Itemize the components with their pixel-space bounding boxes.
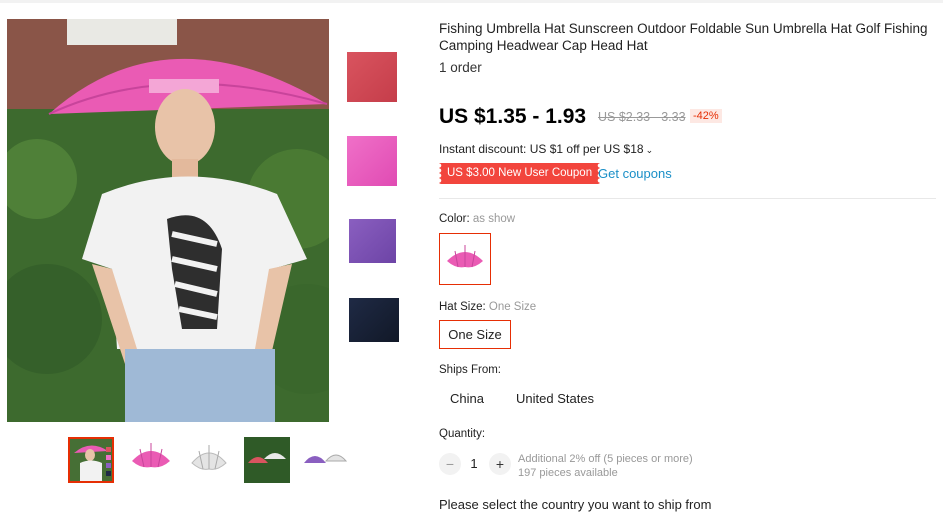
color-swatch-pink[interactable] <box>347 136 397 186</box>
price: US $1.35 - 1.93 <box>439 105 587 128</box>
quantity-increase-button[interactable]: + <box>489 453 511 475</box>
size-label-text: Hat Size: <box>439 301 486 313</box>
new-user-coupon[interactable]: US $3.00 New User Coupon <box>439 163 601 184</box>
thumbnail-5[interactable] <box>302 437 350 483</box>
product-title: Fishing Umbrella Hat Sunscreen Outdoor F… <box>439 21 928 53</box>
color-label: Color: as show <box>439 213 515 225</box>
stock-available: 197 pieces available <box>518 467 618 479</box>
instant-discount[interactable]: Instant discount: US $1 off per US $18 ⌄ <box>439 142 653 156</box>
color-value: as show <box>472 213 516 225</box>
size-label: Hat Size: One Size <box>439 301 536 313</box>
quantity-label: Quantity: <box>439 428 486 440</box>
original-price: US $2.33 - 3.33 <box>598 110 686 124</box>
order-count: 1 order <box>439 60 482 75</box>
pink-umbrella-icon <box>447 245 483 268</box>
color-swatch-red[interactable] <box>347 52 397 102</box>
color-swatch-navy[interactable] <box>349 298 399 342</box>
chevron-down-icon: ⌄ <box>645 145 654 155</box>
ship-from-china[interactable]: China <box>450 391 484 406</box>
thumbnail-3[interactable] <box>186 437 232 483</box>
quantity-decrease-button[interactable]: − <box>439 453 461 475</box>
size-option-one-size[interactable]: One Size <box>439 320 511 349</box>
shipping-country-note: Please select the country you want to sh… <box>439 497 712 512</box>
get-coupons-link[interactable]: Get coupons <box>598 166 672 181</box>
color-swatch-purple[interactable] <box>349 219 396 263</box>
section-divider <box>439 198 936 199</box>
quantity-value[interactable]: 1 <box>466 456 482 471</box>
top-divider <box>0 0 943 3</box>
ships-from-label: Ships From: <box>439 364 501 376</box>
ship-from-united-states[interactable]: United States <box>516 391 594 406</box>
instant-discount-text: Instant discount: US $1 off per US $18 <box>439 142 644 156</box>
thumbnail-4[interactable] <box>244 437 290 483</box>
bulk-discount-note: Additional 2% off (5 pieces or more) <box>518 453 693 465</box>
size-value: One Size <box>488 301 537 313</box>
quantity-info: Additional 2% off (5 pieces or more) 197… <box>518 452 693 480</box>
main-product-image[interactable] <box>7 19 329 422</box>
discount-badge: -42% <box>690 109 722 123</box>
color-label-text: Color: <box>439 213 470 225</box>
thumbnail-1[interactable] <box>68 437 114 483</box>
thumbnail-2[interactable] <box>128 437 174 483</box>
color-option-as-show[interactable] <box>439 233 491 285</box>
